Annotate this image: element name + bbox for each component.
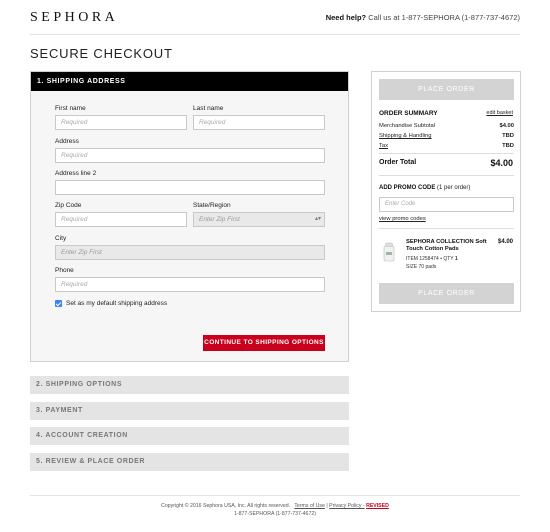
copyright-text: Copyright © 2016 Sephora USA, Inc. All r… (161, 503, 291, 509)
product-thumbnail[interactable] (383, 242, 395, 262)
subtotal-row: Merchandise Subtotal $4.00 (379, 123, 514, 129)
shipping-address-panel: 1. SHIPPING ADDRESS First name Required … (30, 71, 349, 362)
order-summary-panel: PLACE ORDER ORDER SUMMARY edit basket Me… (371, 71, 521, 312)
shipping-address-heading: 1. SHIPPING ADDRESS (31, 72, 348, 91)
city-field: Enter Zip First (55, 245, 325, 260)
order-summary-title: ORDER SUMMARY (379, 110, 438, 117)
first-name-field[interactable]: Required (55, 115, 187, 130)
tax-row: Tax TBD (379, 143, 514, 149)
product-qty-value: 1 (454, 256, 458, 262)
footer-phone: 1-877-SEPHORA (1-877-737-4672) (234, 511, 316, 517)
last-name-field[interactable]: Required (193, 115, 325, 130)
subtotal-value: $4.00 (499, 123, 514, 129)
phone-field[interactable]: Required (55, 277, 325, 292)
default-address-row[interactable]: Set as my default shipping address (55, 300, 167, 307)
promo-code-heading: ADD PROMO CODE (1 per order) (379, 185, 470, 191)
total-divider (379, 175, 514, 176)
product-price: $4.00 (497, 239, 513, 245)
state-region-value: Enter Zip First (199, 216, 240, 223)
address-line-2-label: Address line 2 (55, 170, 97, 177)
step-shipping-options[interactable]: 2. SHIPPING OPTIONS (30, 376, 349, 394)
summary-divider (379, 153, 514, 154)
header-divider (30, 34, 520, 35)
terms-of-use-link[interactable]: Terms of Use (294, 503, 325, 509)
privacy-revised-link[interactable]: REVISED (366, 503, 389, 509)
product-name[interactable]: SEPHORA COLLECTION Soft Touch Cotton Pad… (406, 239, 488, 253)
help-phone[interactable]: Call us at 1-877-SEPHORA (1-877-737-4672… (368, 13, 520, 22)
continue-to-shipping-options-button[interactable]: CONTINUE TO SHIPPING OPTIONS (203, 335, 325, 351)
help-label: Need help? (325, 13, 367, 22)
help-text: Need help? Call us at 1-877-SEPHORA (1-8… (326, 13, 520, 22)
order-total-label: Order Total (379, 159, 417, 166)
first-name-label: First name (55, 105, 86, 112)
promo-code-input[interactable]: Enter Code (379, 197, 514, 212)
shipping-handling-value: TBD (502, 133, 514, 139)
promo-code-note: (1 per order) (437, 185, 471, 191)
product-item-number: ITEM 1258474 (406, 256, 439, 262)
order-total-value: $4.00 (490, 158, 513, 168)
zip-code-field[interactable]: Required (55, 212, 187, 227)
promo-code-title: ADD PROMO CODE (379, 185, 436, 191)
footer-divider (30, 495, 520, 496)
product-item-qty: ITEM 1258474 • QTY 1 (406, 256, 458, 262)
state-region-label: State/Region (193, 202, 231, 209)
select-arrows-icon: ▴▾ (314, 216, 321, 222)
phone-label: Phone (55, 267, 74, 274)
promo-divider (379, 228, 514, 229)
address-label: Address (55, 138, 79, 145)
tax-link[interactable]: Tax (379, 143, 388, 149)
place-order-button-bottom[interactable]: PLACE ORDER (379, 283, 514, 304)
edit-basket-link[interactable]: edit basket (486, 110, 513, 116)
page-title: SECURE CHECKOUT (30, 46, 173, 61)
step-account-creation[interactable]: 4. ACCOUNT CREATION (30, 427, 349, 445)
step-review-place-order[interactable]: 5. REVIEW & PLACE ORDER (30, 453, 349, 471)
default-address-label: Set as my default shipping address (66, 300, 168, 307)
sephora-logo[interactable]: SEPHORA (30, 10, 118, 26)
site-footer: Copyright © 2016 Sephora USA, Inc. All r… (0, 502, 550, 518)
step-payment[interactable]: 3. PAYMENT (30, 402, 349, 420)
zip-code-label: Zip Code (55, 202, 82, 209)
shipping-handling-link[interactable]: Shipping & Handling (379, 133, 432, 139)
state-region-select[interactable]: Enter Zip First ▴▾ (193, 212, 325, 227)
product-size: SIZE 70 pads (406, 264, 437, 270)
footer-separator: | (326, 503, 328, 509)
place-order-button-top[interactable]: PLACE ORDER (379, 79, 514, 100)
site-header: SEPHORA Need help? Call us at 1-877-SEPH… (0, 0, 550, 36)
city-label: City (55, 235, 67, 242)
shipping-handling-row: Shipping & Handling TBD (379, 133, 514, 139)
address-line-2-field[interactable] (55, 180, 325, 195)
last-name-label: Last name (193, 105, 224, 112)
default-address-checkbox[interactable] (55, 300, 62, 307)
product-qty-label: QTY (443, 256, 454, 262)
view-promo-codes-link[interactable]: view promo codes (379, 216, 426, 222)
tax-value: TBD (502, 143, 514, 149)
address-field[interactable]: Required (55, 148, 325, 163)
subtotal-label: Merchandise Subtotal (379, 123, 436, 129)
privacy-policy-link[interactable]: Privacy Policy - (329, 503, 364, 509)
